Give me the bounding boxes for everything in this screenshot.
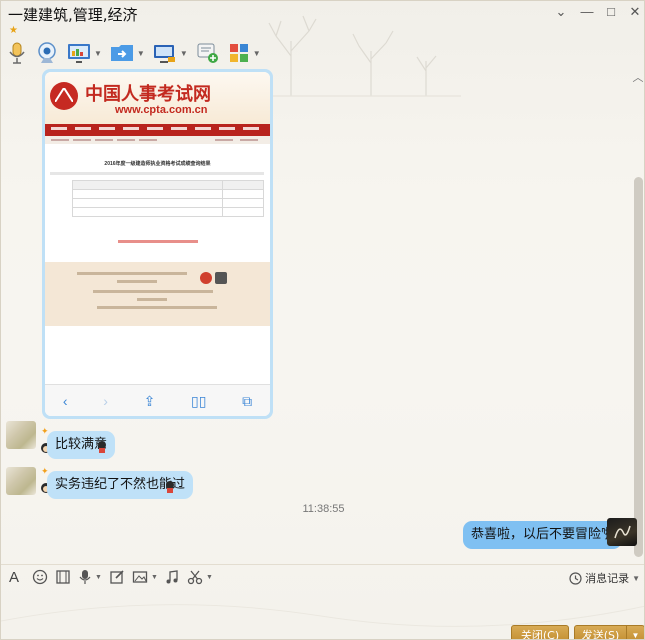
shot-logo-mark [55, 88, 73, 102]
video-clip-button[interactable] [55, 569, 71, 585]
chevron-down-icon: ▼ [151, 573, 158, 581]
music-icon [166, 570, 178, 584]
chevron-down-icon: ▼ [179, 48, 188, 58]
emblem-icon [200, 272, 212, 284]
scrollbar-thumb[interactable] [634, 177, 643, 557]
voice-call-button[interactable] [7, 39, 27, 67]
edit-button[interactable] [109, 569, 125, 585]
star-icon: ★ [9, 25, 18, 36]
chevron-down-icon: ▼ [95, 573, 102, 581]
chevron-down-icon: ▼ [206, 573, 213, 581]
share-icon: ⇪ [143, 392, 156, 409]
minimize-button[interactable]: — [578, 4, 596, 20]
clock-icon [569, 571, 582, 585]
forward-icon: › [103, 392, 108, 409]
figure-icon [95, 440, 109, 454]
create-group-button[interactable] [196, 39, 220, 67]
video-call-icon [38, 42, 56, 63]
shot-browser-bar: ‹ › ⇪ ▯▯ ⧉ [45, 384, 270, 416]
scissors-icon [187, 570, 203, 585]
message-input[interactable] [1, 589, 644, 623]
message-timestamp: 11:38:55 [302, 503, 345, 515]
remote-desktop-button[interactable]: ▼ [67, 39, 102, 67]
screen-share-icon [153, 45, 175, 63]
shot-subnav [45, 136, 270, 144]
back-icon: ‹ [62, 392, 68, 409]
avatar[interactable] [6, 421, 36, 449]
file-transfer-button[interactable]: ▼ [110, 39, 145, 67]
window-title: 一建建筑,管理,经济 [8, 6, 138, 24]
main-toolbar: ▼ ▼ ▼ ▼ [7, 39, 269, 67]
scroll-up-icon[interactable]: ︿ [632, 69, 644, 85]
shot-site-title: 中国人事考试网 [85, 84, 211, 105]
screenshot-button[interactable]: ▼ [187, 569, 213, 585]
history-label: 消息记录 [585, 573, 630, 585]
font-icon[interactable]: A [9, 569, 19, 586]
voice-message-button[interactable]: ▼ [78, 569, 102, 585]
send-button[interactable]: 发送(S) [574, 625, 627, 639]
maximize-button[interactable]: □ [602, 4, 620, 20]
shot-note [45, 230, 270, 248]
microphone-icon [79, 570, 91, 584]
shot-nav-bar [45, 124, 270, 136]
chevron-down-icon: ▼ [631, 631, 640, 640]
apps-icon [229, 44, 248, 62]
edit-icon [110, 570, 124, 584]
my-message-bubble[interactable]: 恭喜啦，以后不要冒险啦 [463, 521, 623, 549]
screen-share-button[interactable]: ▼ [153, 39, 188, 67]
shot-doc-title: 2016年度一级建造师执业资格考试成绩查询结果 [104, 161, 211, 167]
tabs-icon: ⧉ [242, 392, 253, 409]
message-list[interactable]: ︿ 中国人事考试网 www.cpta.com.cn 2016年度一级建造师执业资… [1, 69, 644, 564]
chevron-down-icon: ▼ [136, 48, 145, 58]
shared-screenshot[interactable]: 中国人事考试网 www.cpta.com.cn 2016年度一级建造师执业资格考… [45, 72, 270, 416]
police-badge-icon [215, 272, 227, 284]
music-button[interactable] [164, 569, 180, 585]
avatar[interactable] [6, 467, 36, 495]
chevron-down-icon: ▼ [94, 48, 102, 58]
file-transfer-icon [110, 45, 133, 61]
create-group-icon [197, 43, 218, 63]
remote-desktop-icon [68, 44, 90, 63]
voice-call-icon [9, 42, 25, 64]
bookmarks-icon: ▯▯ [190, 392, 207, 409]
picture-icon [132, 571, 148, 583]
image-message[interactable]: 中国人事考试网 www.cpta.com.cn 2016年度一级建造师执业资格考… [42, 69, 273, 419]
shot-score-table [72, 180, 264, 217]
close-window-button[interactable]: ✕ [626, 4, 644, 20]
video-call-button[interactable] [35, 39, 59, 67]
message-text: 恭喜啦，以后不要冒险啦 [471, 527, 615, 542]
send-options-button[interactable]: ▼ [626, 625, 644, 640]
message-history-button[interactable]: 消息记录 ▼ [569, 570, 640, 586]
input-toolbar: A ▼ ▼ ▼ 消息记录 ▼ [1, 564, 644, 588]
chevron-down-icon: ▼ [252, 48, 261, 58]
image-button[interactable]: ▼ [132, 569, 158, 585]
figure-icon [163, 480, 177, 494]
chat-window: 一建建筑,管理,经济 ⌄ — □ ✕ ★ ▼ ▼ ▼ ▼ ︿ 中国人事考试网 w… [0, 0, 645, 640]
smile-icon [32, 569, 48, 585]
menu-button[interactable]: ⌄ [552, 4, 570, 20]
shot-meta-line [50, 172, 264, 175]
shot-footer [45, 262, 270, 326]
film-icon [56, 570, 70, 584]
title-bar: 一建建筑,管理,经济 ⌄ — □ ✕ [1, 1, 644, 27]
shot-site-url: www.cpta.com.cn [115, 104, 208, 116]
my-avatar[interactable] [607, 518, 637, 546]
apps-button[interactable]: ▼ [228, 39, 261, 67]
close-button[interactable]: 关闭(C) [511, 625, 569, 639]
chevron-down-icon: ▼ [632, 573, 640, 583]
emoji-button[interactable] [32, 569, 48, 585]
